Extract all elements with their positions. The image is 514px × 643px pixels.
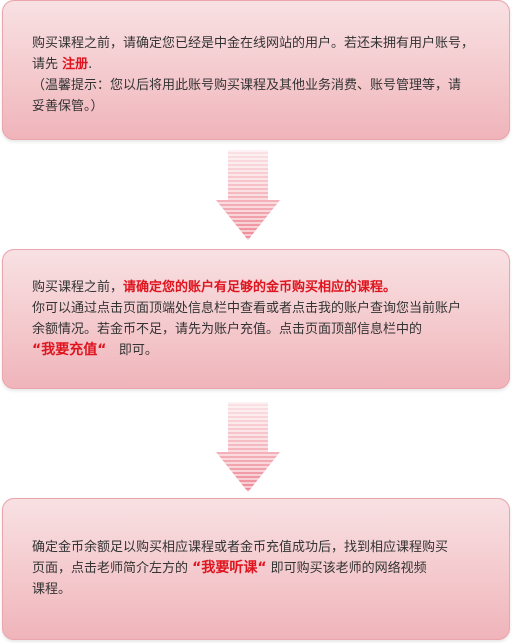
step1-line2-prefix: 请先 <box>32 57 63 72</box>
step1-line1: 购买课程之前，请确定您已经是中金在线网站的用户。若还未拥有用户账号， <box>32 36 475 51</box>
step3-line3: 课程。 <box>32 582 72 597</box>
down-arrow-icon <box>216 150 280 240</box>
step1-line2-suffix: . <box>88 57 93 72</box>
step1-tip-line2: 妥善保管。） <box>32 99 104 114</box>
recharge-link[interactable]: “我要充值“ <box>32 342 106 358</box>
step3-line2: 页面，点击老师简介左方的 “我要听课“ 即可购买该老师的网络视频 <box>32 558 494 579</box>
step2-line4: “我要充值“ 即可。 <box>32 340 494 361</box>
step2-line1: 购买课程之前，请确定您的账户有足够的金币购买相应的课程。 <box>32 277 494 298</box>
step3-line2-prefix: 页面，点击老师简介左方的 <box>32 561 193 576</box>
register-link[interactable]: 注册 <box>62 57 88 72</box>
step3-line1: 确定金币余额足以购买相应课程或者金币充值成功后，找到相应课程购买 <box>32 540 449 555</box>
step1-line2: 请先 注册. <box>32 54 494 75</box>
step-box-register: 购买课程之前，请确定您已经是中金在线网站的用户。若还未拥有用户账号， 请先 注册… <box>2 0 510 140</box>
step1-tip-line1: （温馨提示：您以后将用此账号购买课程及其他业务消费、账号管理等，请 <box>32 78 462 93</box>
listen-course-link[interactable]: “我要听课“ <box>192 560 266 576</box>
step2-line2: 你可以通过点击页面顶端处信息栏中查看或者点击我的账户查询您当前账户 <box>32 301 462 316</box>
step2-line3: 余额情况。若金币不足，请先为账户充值。点击页面顶部信息栏中的 <box>32 322 423 337</box>
step-box-check-balance: 购买课程之前，请确定您的账户有足够的金币购买相应的课程。 你可以通过点击页面顶端… <box>2 249 510 389</box>
step2-highlight: 请确定您的账户有足够的金币购买相应的课程。 <box>123 280 397 295</box>
down-arrow-icon <box>216 402 280 492</box>
step-box-buy-course: 确定金币余额足以购买相应课程或者金币充值成功后，找到相应课程购买 页面，点击老师… <box>2 498 510 640</box>
step3-line2-suffix: 即可购买该老师的网络视频 <box>266 561 427 576</box>
step2-line4-suffix: 即可。 <box>118 343 158 358</box>
step2-line1-prefix: 购买课程之前， <box>32 280 124 295</box>
